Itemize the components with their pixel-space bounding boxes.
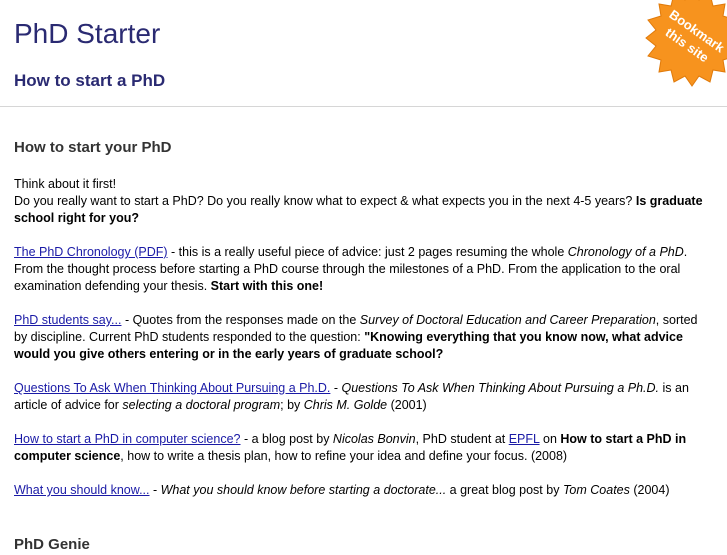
intro-line2: Do you really want to start a PhD? Do yo…: [14, 194, 633, 208]
main-content: How to start your PhD Think about it fir…: [14, 138, 714, 516]
resource-bold: Start with this one!: [210, 279, 324, 293]
resource-text: (2004): [629, 483, 670, 497]
resource-item: PhD students say... - Quotes from the re…: [14, 312, 714, 363]
next-section-heading: PhD Genie: [14, 536, 90, 553]
resource-italic: Tom Coates: [562, 483, 630, 497]
resource-item: What you should know... - What you shoul…: [14, 482, 714, 499]
bookmark-badge[interactable]: Bookmark this site: [640, 0, 727, 90]
resource-text: a great blog post by: [446, 483, 563, 497]
what-you-should-know-link[interactable]: What you should know...: [14, 483, 150, 497]
resource-item: How to start a PhD in computer science? …: [14, 431, 714, 465]
resource-italic: Nicolas Bonvin: [332, 432, 416, 446]
resource-text: , PhD student at: [415, 432, 509, 446]
phd-computer-science-link[interactable]: How to start a PhD in computer science?: [14, 432, 241, 446]
epfl-link[interactable]: EPFL: [509, 432, 540, 446]
phd-chronology-link[interactable]: The PhD Chronology (PDF): [14, 245, 168, 259]
resource-text: ; by: [280, 398, 304, 412]
section-heading: How to start your PhD: [14, 139, 172, 156]
resource-text: - Quotes from the responses made on the: [121, 313, 360, 327]
resource-text: (2001): [387, 398, 427, 412]
phd-students-say-link[interactable]: PhD students say...: [14, 313, 121, 327]
resource-italic: Chris M. Golde: [303, 398, 388, 412]
site-header: PhD Starter How to start a PhD: [0, 0, 727, 107]
resource-text: , how to write a thesis plan, how to ref…: [120, 449, 568, 463]
resource-text: - a blog post by: [240, 432, 333, 446]
intro-paragraph: Think about it first! Do you really want…: [14, 176, 714, 227]
intro-line1: Think about it first!: [14, 177, 117, 191]
questions-to-ask-link[interactable]: Questions To Ask When Thinking About Pur…: [14, 381, 330, 395]
resource-text: -: [149, 483, 161, 497]
resource-italic: Survey of Doctoral Education and Career …: [359, 313, 656, 327]
resource-text: -: [330, 381, 342, 395]
site-title[interactable]: PhD Starter: [14, 17, 160, 51]
resource-italic: What you should know before starting a d…: [160, 483, 447, 497]
resource-text: on: [539, 432, 561, 446]
resource-italic: selecting a doctoral program: [122, 398, 281, 412]
resource-item: Questions To Ask When Thinking About Pur…: [14, 380, 714, 414]
resource-italic: Chronology of a PhD: [567, 245, 684, 259]
resource-italic: Questions To Ask When Thinking About Pur…: [341, 381, 660, 395]
resource-text: - this is a really useful piece of advic…: [167, 245, 568, 259]
resource-item: The PhD Chronology (PDF) - this is a rea…: [14, 244, 714, 295]
page-subtitle: How to start a PhD: [14, 71, 166, 90]
